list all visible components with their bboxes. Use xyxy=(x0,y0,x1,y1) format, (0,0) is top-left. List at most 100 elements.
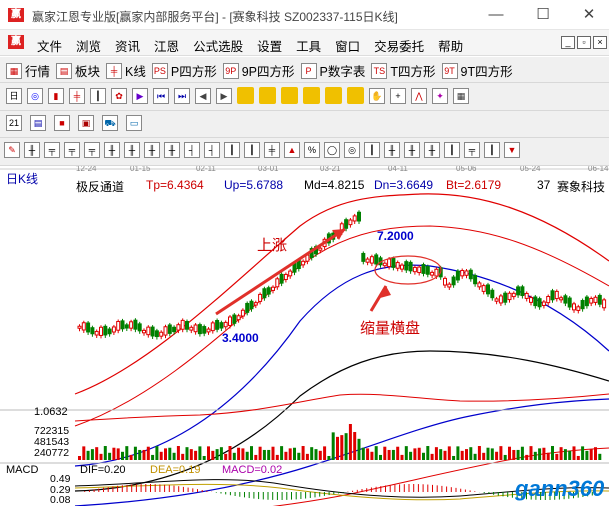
flag-icon[interactable]: ▶ xyxy=(132,87,148,104)
draw-tool-5-icon[interactable]: ╤ xyxy=(84,142,100,158)
draw-tool-4-icon[interactable]: ╤ xyxy=(64,142,80,158)
draw-tool-3-icon[interactable]: ╤ xyxy=(44,142,60,158)
mdi-close-button[interactable]: × xyxy=(593,36,607,49)
candle xyxy=(494,296,499,305)
candle xyxy=(593,295,598,306)
report-icon[interactable]: ▣ xyxy=(78,115,94,131)
menu-info[interactable]: 资讯 xyxy=(108,36,147,55)
candle xyxy=(219,320,224,332)
mdi-restore-button[interactable]: ▫ xyxy=(577,36,591,49)
diamond-icon-3[interactable] xyxy=(281,87,298,104)
draw-tool-14-icon[interactable]: ╪ xyxy=(264,142,280,158)
draw-tool-12-icon[interactable]: ┃ xyxy=(224,142,240,158)
menu-trade[interactable]: 交易委托 xyxy=(367,36,431,55)
monitor-icon[interactable]: ▭ xyxy=(126,115,142,131)
crosshair-icon[interactable]: + xyxy=(390,87,406,104)
calendar-21-icon[interactable]: 21 xyxy=(6,115,22,131)
grid-lines-icon[interactable]: ╫ xyxy=(24,142,40,158)
draw-tool-25-icon[interactable]: ┃ xyxy=(484,142,500,158)
diamond-icon-5[interactable] xyxy=(325,87,342,104)
table-icon[interactable]: ▤ xyxy=(30,115,46,131)
tool-icon[interactable]: ✦ xyxy=(432,87,448,104)
save-icon[interactable]: ■ xyxy=(54,115,70,131)
menu-bar: 赢 文件 浏览 资讯 江恩 公式选股 设置 工具 窗口 交易委托 帮助 _ ▫ … xyxy=(0,30,609,56)
draw-tool-21-icon[interactable]: ╫ xyxy=(404,142,420,158)
pen-icon[interactable]: ✎ xyxy=(4,142,20,158)
menu-formula[interactable]: 公式选股 xyxy=(186,36,250,55)
kline-chart-panel[interactable]: 12-24 01-15 02-11 03-01 03-21 04-11 05-06 05-24… xyxy=(0,164,609,506)
t-square-button[interactable]: TS T四方形 xyxy=(371,61,436,80)
menu-window[interactable]: 窗口 xyxy=(328,36,367,55)
draw-tool-22-icon[interactable]: ╫ xyxy=(424,142,440,158)
day-period-icon[interactable]: 日 xyxy=(6,87,22,104)
volume-bar xyxy=(434,447,438,460)
draw-tool-7-icon[interactable]: ╫ xyxy=(124,142,140,158)
draw-tool-20-icon[interactable]: ╫ xyxy=(384,142,400,158)
menu-browse[interactable]: 浏览 xyxy=(69,36,108,55)
first-icon[interactable]: ⏮ xyxy=(153,87,169,104)
9p-square-button[interactable]: 9P 9P四方形 xyxy=(222,61,295,80)
volume-bar xyxy=(460,450,464,460)
maximize-button[interactable]: ☐ xyxy=(532,5,554,25)
menu-tools[interactable]: 工具 xyxy=(289,36,328,55)
volume-bar xyxy=(305,453,309,460)
p-number-table-button[interactable]: P P数字表 xyxy=(300,61,365,80)
next-icon[interactable]: ▶ xyxy=(216,87,232,104)
draw-tool-24-icon[interactable]: ╤ xyxy=(464,142,480,158)
menu-logo-icon[interactable]: 赢 xyxy=(8,35,24,49)
volume-level-3: 240772 xyxy=(34,447,70,459)
menu-settings[interactable]: 设置 xyxy=(250,36,289,55)
prev-icon[interactable]: ◀ xyxy=(195,87,211,104)
candle xyxy=(159,330,164,340)
calendar-icon[interactable]: ▦ xyxy=(453,87,469,104)
period-label[interactable]: 日K线 xyxy=(6,170,38,187)
menu-help[interactable]: 帮助 xyxy=(431,36,470,55)
settings-icon[interactable]: ✿ xyxy=(111,87,127,104)
volume-bar xyxy=(181,453,185,460)
candle xyxy=(417,265,422,276)
quotes-button[interactable]: ▦ 行情 xyxy=(6,61,50,80)
car-icon[interactable]: ⛟ xyxy=(102,115,118,131)
kline-chart-svg[interactable]: 12-24 01-15 02-11 03-01 03-21 04-11 05-06 05-24… xyxy=(0,164,609,506)
ellipse-icon[interactable]: ◎ xyxy=(344,142,360,158)
draw-tool-23-icon[interactable]: ┃ xyxy=(444,142,460,158)
candles-icon[interactable]: ╪ xyxy=(69,87,85,104)
date-tick-label: 12-24 xyxy=(76,166,97,173)
last-icon[interactable]: ⏭ xyxy=(174,87,190,104)
annotation-uptrend: 上涨 xyxy=(257,237,288,254)
p-square-button[interactable]: PS P四方形 xyxy=(151,61,217,80)
candle-single-icon[interactable]: ┃ xyxy=(90,87,106,104)
sector-button[interactable]: ▤ 板块 xyxy=(56,61,100,80)
cycle-icon[interactable]: ◎ xyxy=(27,87,43,104)
zigzag-icon[interactable]: ⋀ xyxy=(411,87,427,104)
mdi-minimize-button[interactable]: _ xyxy=(561,36,575,49)
9t-square-button[interactable]: 9T 9T四方形 xyxy=(441,61,513,80)
draw-tool-9-icon[interactable]: ╫ xyxy=(164,142,180,158)
bars-icon[interactable]: ▮ xyxy=(48,87,64,104)
candle xyxy=(520,284,525,299)
candle xyxy=(546,294,551,306)
diamond-icon-2[interactable] xyxy=(259,87,276,104)
draw-tool-19-icon[interactable]: ┃ xyxy=(364,142,380,158)
menu-gann[interactable]: 江恩 xyxy=(147,36,186,55)
candle xyxy=(412,265,417,275)
candle xyxy=(133,318,138,333)
draw-tool-26-icon[interactable]: ▼ xyxy=(504,142,520,158)
diamond-icon-6[interactable] xyxy=(347,87,364,104)
draw-tool-6-icon[interactable]: ╫ xyxy=(104,142,120,158)
draw-tool-8-icon[interactable]: ╫ xyxy=(144,142,160,158)
close-button[interactable]: ✕ xyxy=(578,5,600,25)
menu-file[interactable]: 文件 xyxy=(30,36,69,55)
draw-tool-11-icon[interactable]: ┤ xyxy=(204,142,220,158)
kline-button[interactable]: ╪ K线 xyxy=(106,61,146,80)
percent-icon[interactable]: % xyxy=(304,142,320,158)
minimize-button[interactable]: — xyxy=(485,5,507,25)
circle-icon[interactable]: ◯ xyxy=(324,142,340,158)
draw-tool-10-icon[interactable]: ┤ xyxy=(184,142,200,158)
gann-fan-icon[interactable]: ▲ xyxy=(284,142,300,158)
draw-tool-13-icon[interactable]: ┃ xyxy=(244,142,260,158)
diamond-icon-1[interactable] xyxy=(237,87,254,104)
hand-icon[interactable]: ✋ xyxy=(369,87,385,104)
volume-bar xyxy=(520,446,524,460)
diamond-icon-4[interactable] xyxy=(303,87,320,104)
